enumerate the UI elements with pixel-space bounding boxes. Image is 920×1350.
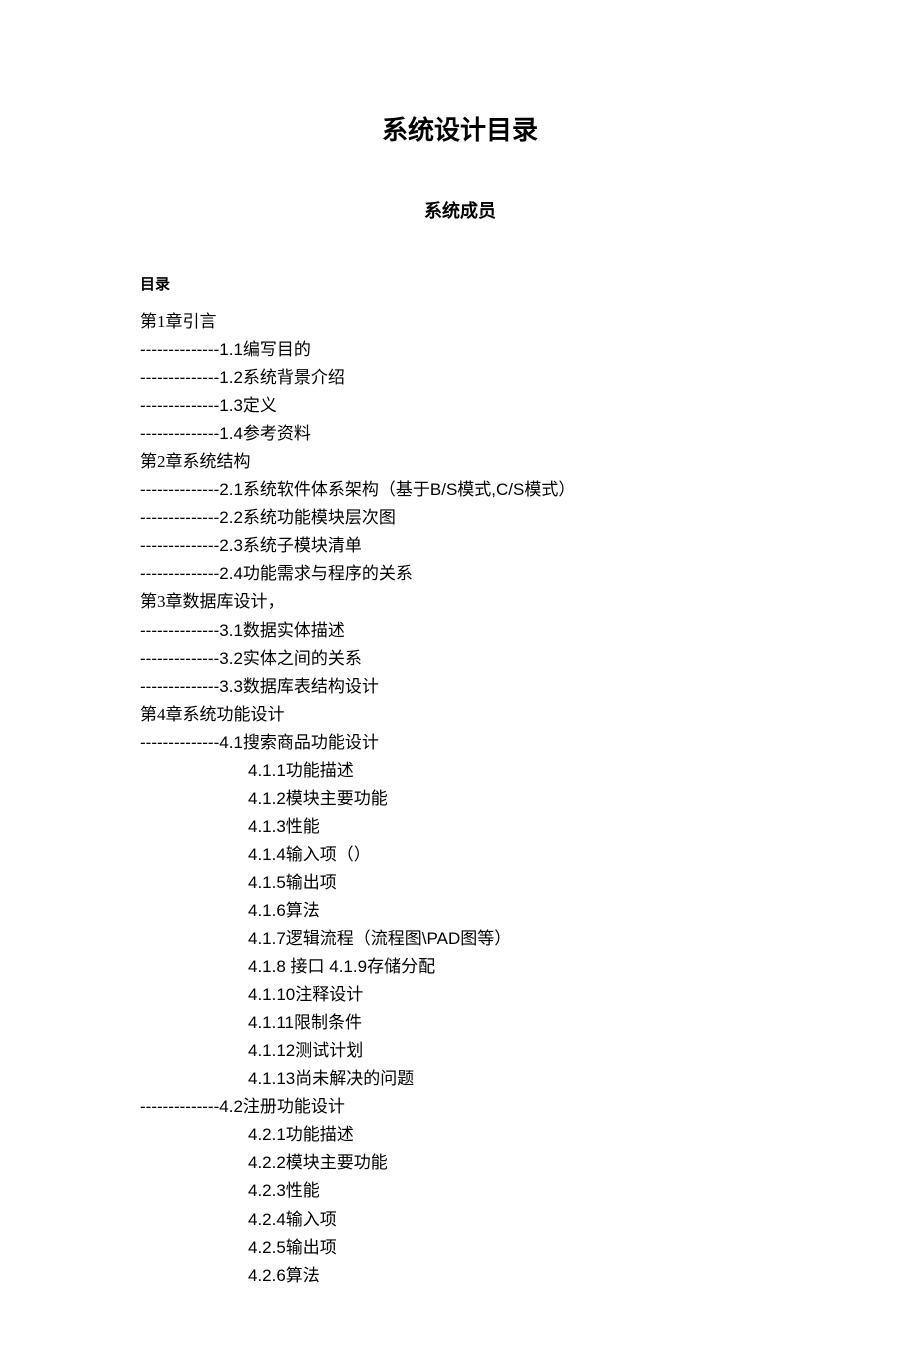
document-page: 系统设计目录 系统成员 目录 第1章引言 --------------1.1编写…: [0, 0, 920, 1350]
sub-title: 系统成员: [140, 197, 780, 223]
toc-subentry: 4.2.5输出项: [140, 1234, 780, 1262]
toc-entry: --------------2.2系统功能模块层次图: [140, 504, 780, 532]
toc-subentry: 4.1.7逻辑流程（流程图\PAD图等）: [140, 925, 780, 953]
toc-subentry: 4.1.10注释设计: [140, 981, 780, 1009]
toc-subentry: 4.1.11限制条件: [140, 1009, 780, 1037]
toc-subentry: 4.1.2模块主要功能: [140, 785, 780, 813]
toc-subentry: 4.1.5输出项: [140, 869, 780, 897]
toc-entry: --------------2.1系统软件体系架构（基于B/S模式,C/S模式）: [140, 476, 780, 504]
toc-entry: --------------3.3数据库表结构设计: [140, 673, 780, 701]
toc-subentry: 4.2.1功能描述: [140, 1121, 780, 1149]
toc-entry: --------------3.2实体之间的关系: [140, 645, 780, 673]
toc-entry: --------------4.1搜索商品功能设计: [140, 729, 780, 757]
toc-subentry: 4.2.3性能: [140, 1177, 780, 1205]
table-of-contents: 第1章引言 --------------1.1编写目的 ------------…: [140, 308, 780, 1290]
toc-entry: --------------2.4功能需求与程序的关系: [140, 560, 780, 588]
toc-entry: --------------1.3定义: [140, 392, 780, 420]
toc-label: 目录: [140, 273, 780, 294]
toc-entry: --------------3.1数据实体描述: [140, 617, 780, 645]
toc-subentry: 4.1.1功能描述: [140, 757, 780, 785]
toc-entry: --------------4.2注册功能设计: [140, 1093, 780, 1121]
toc-subentry: 4.1.13尚未解决的问题: [140, 1065, 780, 1093]
toc-entry: --------------1.2系统背景介绍: [140, 364, 780, 392]
toc-subentry: 4.2.2模块主要功能: [140, 1149, 780, 1177]
toc-chapter: 第3章数据库设计，: [140, 588, 780, 616]
toc-entry: --------------1.1编写目的: [140, 336, 780, 364]
toc-subentry: 4.1.3性能: [140, 813, 780, 841]
toc-entry: --------------1.4参考资料: [140, 420, 780, 448]
toc-subentry: 4.1.8 接口 4.1.9存储分配: [140, 953, 780, 981]
toc-chapter: 第2章系统结构: [140, 448, 780, 476]
toc-subentry: 4.2.4输入项: [140, 1206, 780, 1234]
toc-subentry: 4.1.4输入项（）: [140, 841, 780, 869]
toc-entry: --------------2.3系统子模块清单: [140, 532, 780, 560]
main-title: 系统设计目录: [140, 110, 780, 147]
toc-subentry: 4.1.12测试计划: [140, 1037, 780, 1065]
toc-subentry: 4.1.6算法: [140, 897, 780, 925]
toc-subentry: 4.2.6算法: [140, 1262, 780, 1290]
toc-chapter: 第1章引言: [140, 308, 780, 336]
toc-chapter: 第4章系统功能设计: [140, 701, 780, 729]
